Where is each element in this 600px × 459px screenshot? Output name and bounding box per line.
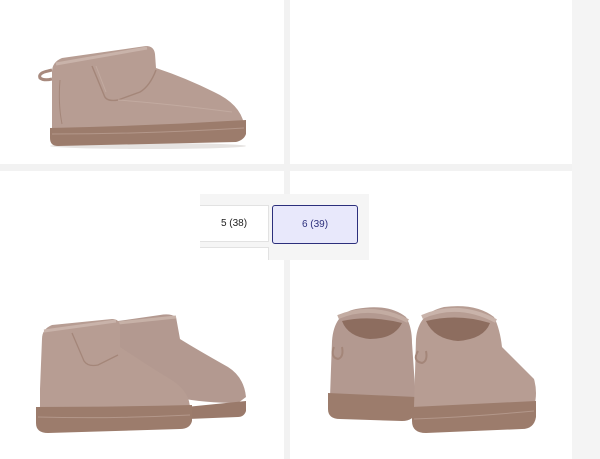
boot-side-left-view-image	[38, 46, 246, 149]
product-image-side-left[interactable]	[0, 0, 284, 164]
boot-side-right-view-image	[290, 0, 572, 164]
size-option-partial[interactable]	[200, 247, 269, 260]
product-image-side-right[interactable]	[290, 0, 572, 164]
size-option-5-38[interactable]: 5 (38)	[200, 205, 269, 242]
page-edge	[572, 0, 600, 459]
size-selector-popup: 5 (38) 6 (39)	[200, 194, 369, 260]
size-option-6-39-selected[interactable]: 6 (39)	[272, 205, 358, 244]
